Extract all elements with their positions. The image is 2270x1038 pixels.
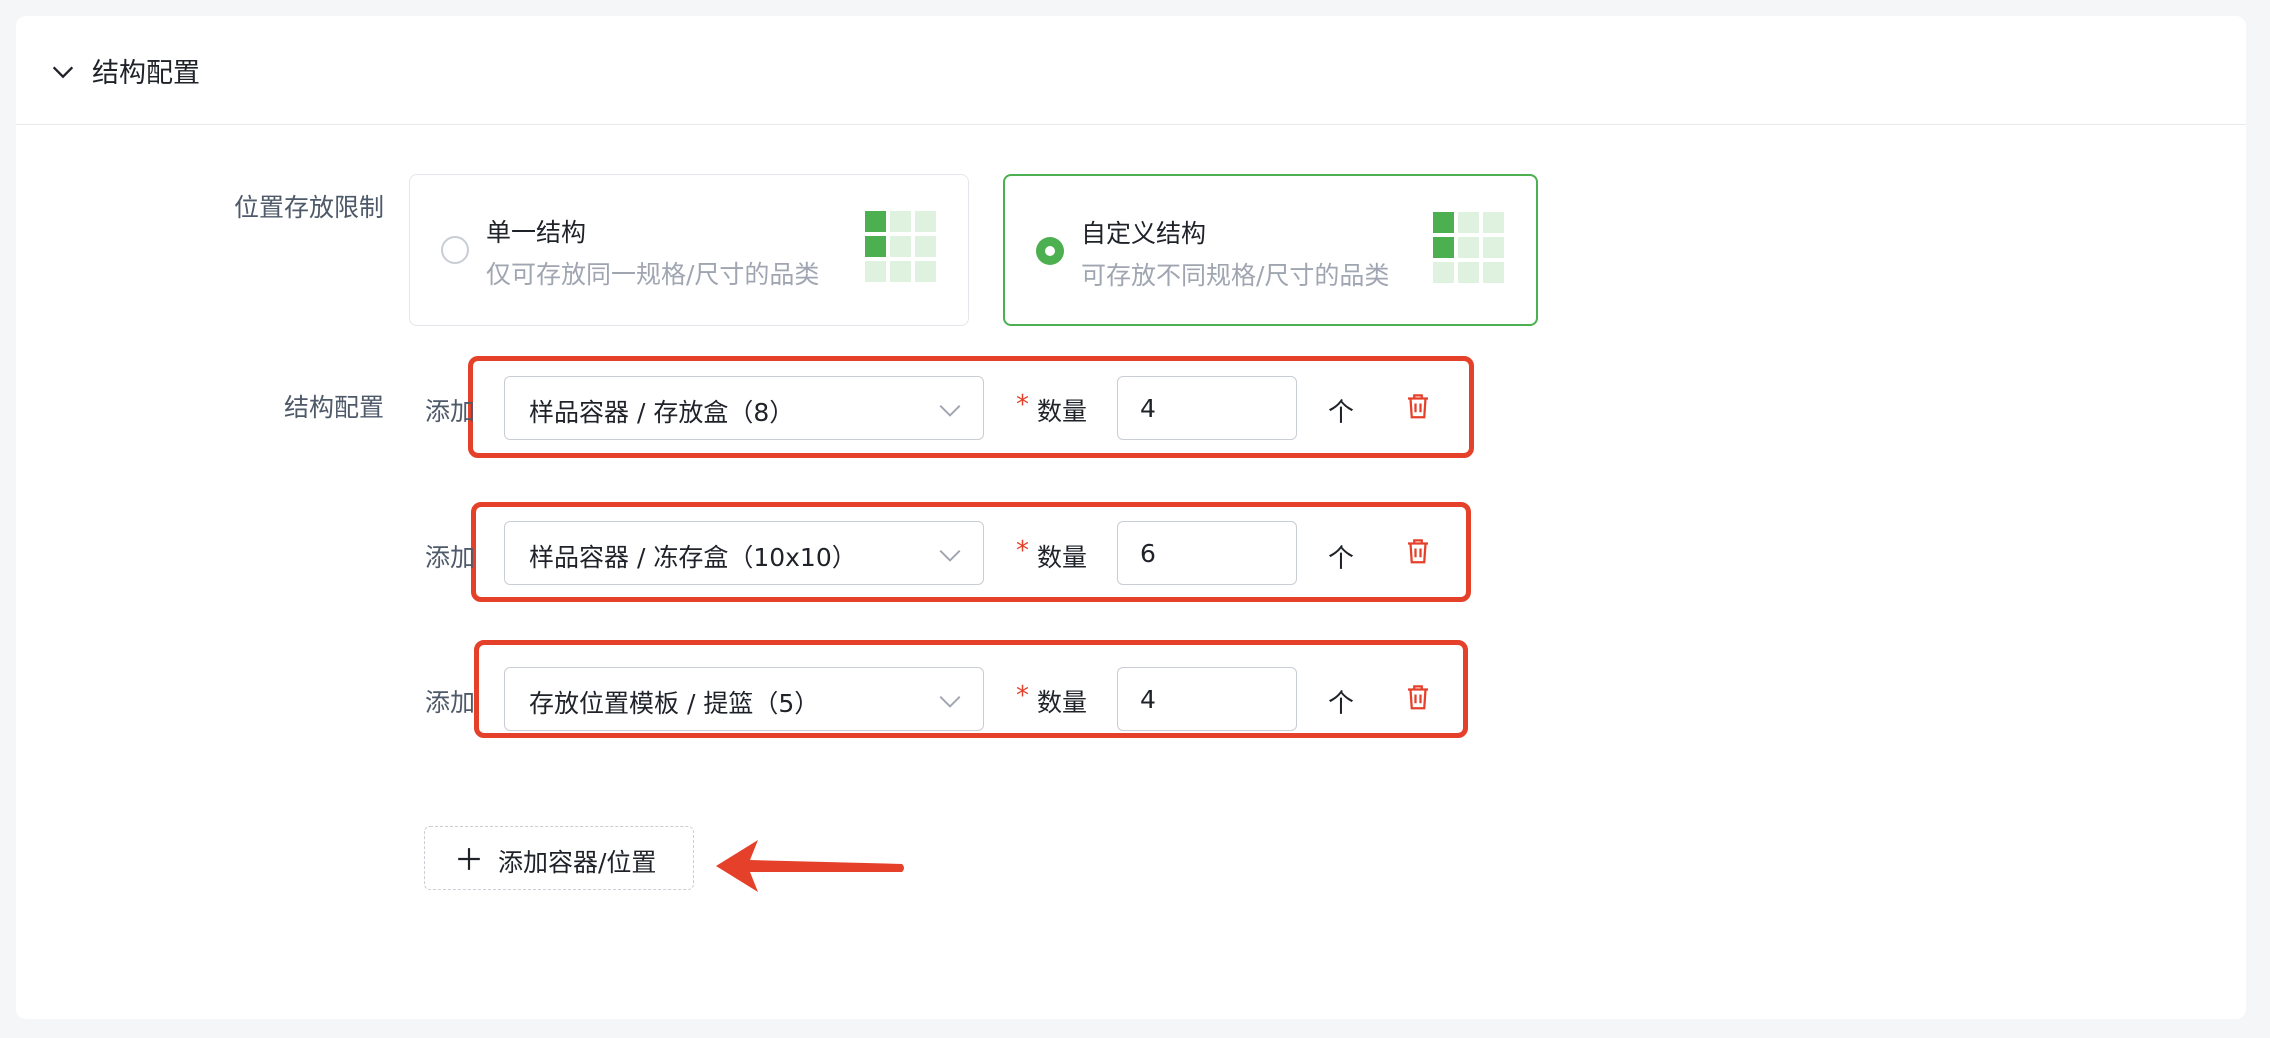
structure-config-card: 结构配置 位置存放限制 单一结构 仅可存放同一规格/尺寸的品类 自定义结构 可存… bbox=[16, 16, 2246, 1019]
select-value: 样品容器 / 冻存盒（10x10） bbox=[529, 543, 857, 572]
grid-structure-icon bbox=[865, 211, 936, 282]
quantity-label: 数量 bbox=[1037, 688, 1088, 717]
chevron-down-icon bbox=[939, 404, 961, 417]
option-desc: 可存放不同规格/尺寸的品类 bbox=[1081, 261, 1390, 290]
chevron-down-icon bbox=[939, 695, 961, 708]
unit-label: 个 bbox=[1328, 398, 1355, 428]
option-title: 单一结构 bbox=[486, 218, 587, 247]
radio-single-structure[interactable] bbox=[441, 236, 469, 264]
section-header[interactable]: 结构配置 bbox=[16, 16, 2246, 125]
add-container-button[interactable]: 添加容器/位置 bbox=[424, 826, 694, 890]
quantity-input[interactable] bbox=[1117, 667, 1297, 731]
required-mark: * bbox=[1016, 390, 1029, 420]
option-title: 自定义结构 bbox=[1081, 219, 1207, 248]
trash-icon[interactable] bbox=[1403, 536, 1433, 566]
section-title: 结构配置 bbox=[92, 58, 200, 89]
chevron-down-icon[interactable] bbox=[49, 58, 77, 86]
container-select[interactable]: 存放位置模板 / 提篮（5） bbox=[504, 667, 984, 731]
option-single-structure[interactable]: 单一结构 仅可存放同一规格/尺寸的品类 bbox=[409, 174, 969, 326]
option-desc: 仅可存放同一规格/尺寸的品类 bbox=[486, 260, 820, 289]
unit-label: 个 bbox=[1328, 689, 1355, 719]
container-select[interactable]: 样品容器 / 存放盒（8） bbox=[504, 376, 984, 440]
add-label: 添加 bbox=[425, 543, 476, 572]
grid-structure-icon bbox=[1433, 212, 1504, 283]
annotation-arrow-icon bbox=[716, 840, 904, 892]
select-value: 存放位置模板 / 提篮（5） bbox=[529, 689, 820, 718]
option-custom-structure[interactable]: 自定义结构 可存放不同规格/尺寸的品类 bbox=[1003, 174, 1538, 326]
chevron-down-icon bbox=[939, 549, 961, 562]
select-value: 样品容器 / 存放盒（8） bbox=[529, 398, 795, 427]
trash-icon[interactable] bbox=[1403, 391, 1433, 421]
quantity-label: 数量 bbox=[1037, 397, 1088, 426]
trash-icon[interactable] bbox=[1403, 682, 1433, 712]
quantity-input[interactable] bbox=[1117, 521, 1297, 585]
required-mark: * bbox=[1016, 681, 1029, 711]
quantity-label: 数量 bbox=[1037, 543, 1088, 572]
plus-icon bbox=[458, 848, 480, 870]
add-label: 添加 bbox=[425, 397, 476, 426]
add-label: 添加 bbox=[425, 688, 476, 717]
structure-config-label: 结构配置 bbox=[283, 393, 384, 422]
required-mark: * bbox=[1016, 536, 1029, 566]
container-select[interactable]: 样品容器 / 冻存盒（10x10） bbox=[504, 521, 984, 585]
add-button-label: 添加容器/位置 bbox=[498, 848, 657, 877]
storage-limit-label: 位置存放限制 bbox=[233, 193, 384, 222]
radio-custom-structure[interactable] bbox=[1036, 237, 1064, 265]
unit-label: 个 bbox=[1328, 544, 1355, 574]
quantity-input[interactable] bbox=[1117, 376, 1297, 440]
